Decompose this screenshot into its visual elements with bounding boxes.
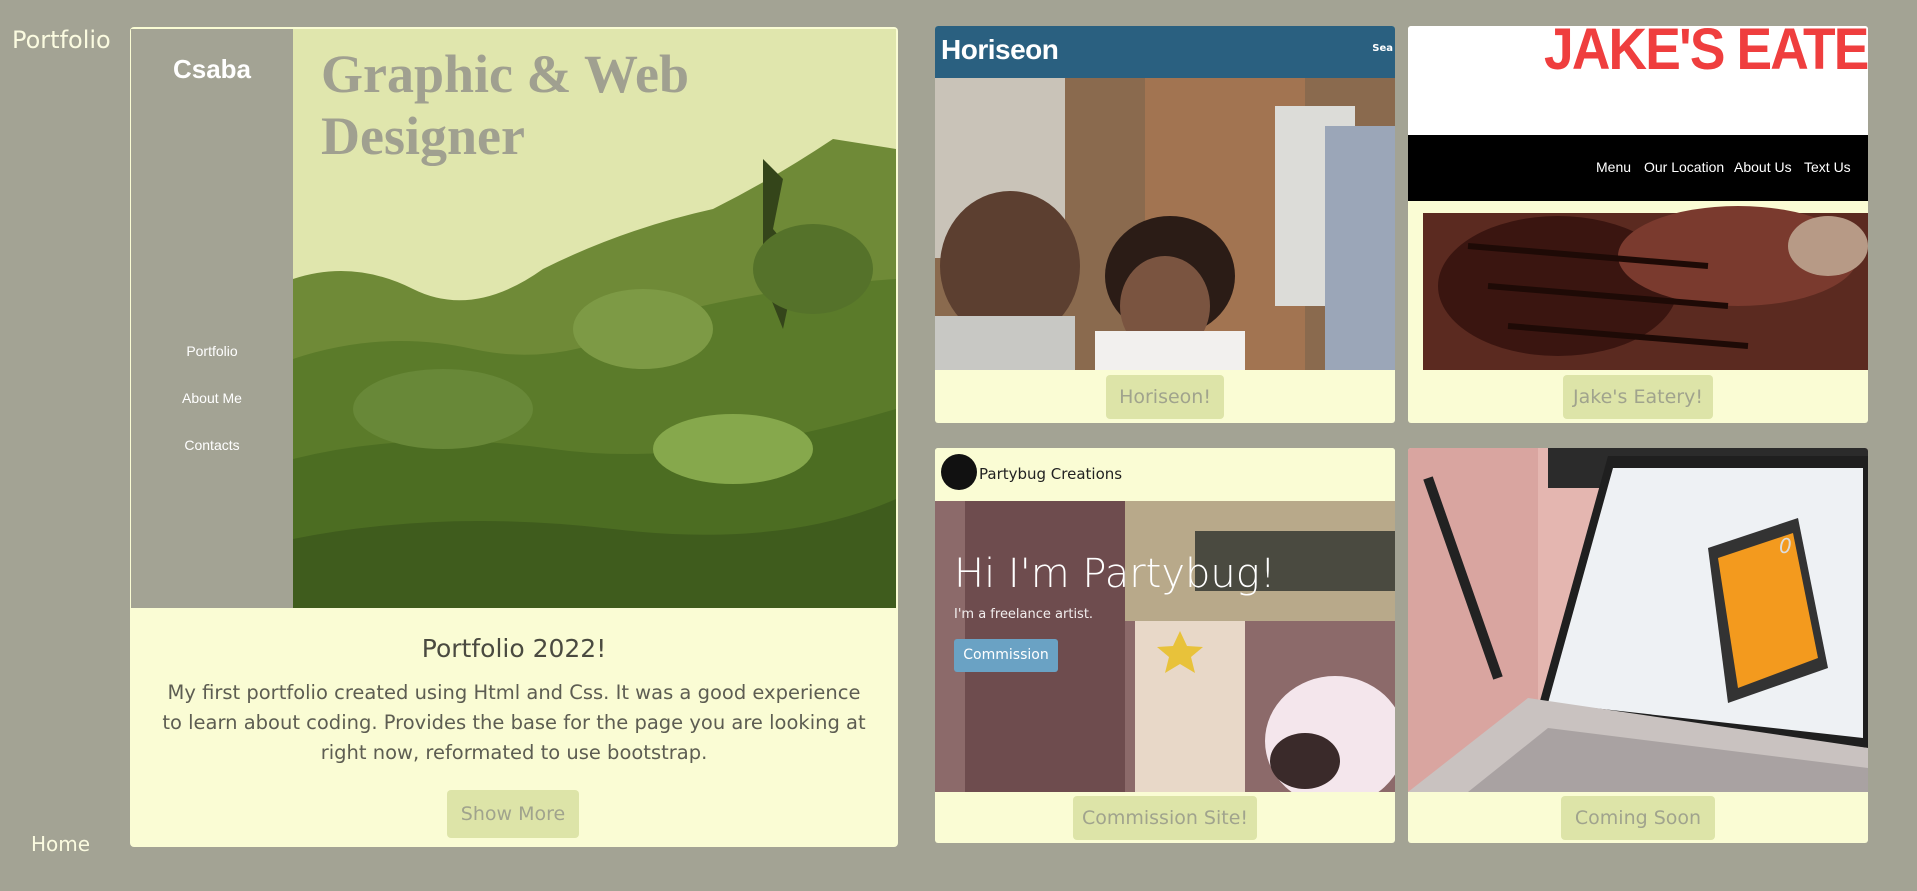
horiseon-logo: Horiseon: [941, 34, 1059, 65]
featured-project-card: Csaba Portfolio About Me Contacts Graphi…: [130, 27, 898, 847]
partybug-header: Partybug Creations: [935, 448, 1395, 501]
show-more-button[interactable]: Show More: [447, 790, 579, 838]
preview-nav-about: About Me: [182, 390, 242, 406]
brand-title[interactable]: Portfolio: [12, 26, 111, 54]
partybug-brand: Partybug Creations: [979, 465, 1123, 483]
calculator-display: 0: [1779, 534, 1792, 558]
preview-nav-contacts: Contacts: [184, 437, 240, 453]
coming-soon-preview-image: 0: [1408, 448, 1868, 792]
preview-hero-title: Graphic & Web Designer: [321, 44, 690, 166]
project-card-jakes-eatery: JAKE'S EATERY Menu Our Location About Us…: [1408, 26, 1868, 423]
coming-soon-button[interactable]: Coming Soon: [1561, 796, 1715, 840]
jakes-preview-image: JAKE'S EATERY Menu Our Location About Us…: [1408, 26, 1868, 370]
project-card-partybug: Partybug Creations Hi I'm Partybug! I'm …: [935, 448, 1395, 843]
horiseon-header: Horiseon Sea: [935, 26, 1395, 78]
nav-home-link[interactable]: Home: [31, 832, 90, 856]
partybug-hero-subtitle: I'm a freelance artist.: [954, 607, 1094, 622]
partybug-preview-image: Partybug Creations Hi I'm Partybug! I'm …: [935, 448, 1395, 792]
project-card-coming-soon: 0 Coming Soon: [1408, 448, 1868, 843]
horiseon-preview-image: Horiseon Sea: [935, 26, 1395, 370]
project-card-horiseon: Horiseon Sea Horiseon!: [935, 26, 1395, 423]
partybug-hero-title: Hi I'm Partybug!: [954, 551, 1276, 597]
featured-description: My first portfolio created using Html an…: [162, 681, 866, 764]
horiseon-search-text: Sea: [1372, 43, 1393, 54]
preview-nav-portfolio: Portfolio: [186, 343, 238, 359]
preview-sidebar: Csaba Portfolio About Me Contacts: [131, 29, 294, 608]
featured-preview-image: Csaba Portfolio About Me Contacts Graphi…: [131, 29, 896, 608]
partybug-commission-button: Commission: [954, 639, 1058, 672]
preview-logo: Csaba: [172, 54, 252, 84]
jakes-button[interactable]: Jake's Eatery!: [1563, 375, 1713, 419]
partybug-hero: Hi I'm Partybug! I'm a freelance artist.…: [935, 501, 1395, 792]
featured-heading: Portfolio 2022!: [421, 634, 607, 663]
commission-site-button[interactable]: Commission Site!: [1073, 796, 1257, 840]
partybug-logo-icon: [941, 454, 977, 490]
horiseon-button[interactable]: Horiseon!: [1106, 375, 1224, 419]
preview-hero-painting: Graphic & Web Designer: [293, 29, 896, 608]
